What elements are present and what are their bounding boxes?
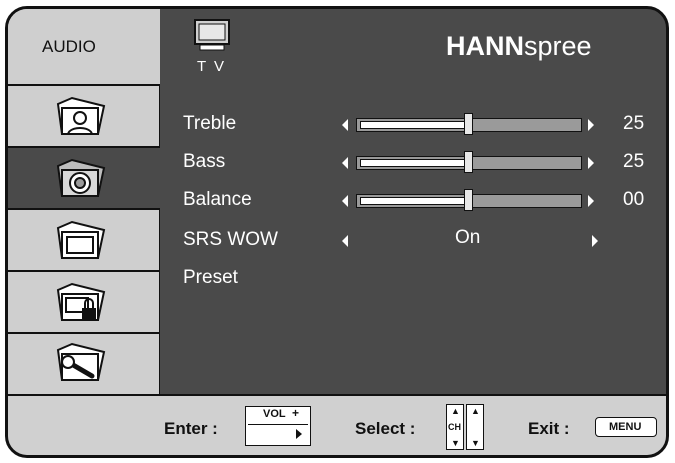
osd-menu-frame: AUDIO T V HANNspree Treble 25 Bass 25 Ba… (5, 6, 669, 458)
bass-label: Bass (183, 151, 226, 172)
picture-icon (56, 96, 106, 135)
footer-bar: Enter : VOL + Select : ▲ CH ▼ ▲ ▼ Exit :… (8, 394, 666, 455)
bass-left-arrow[interactable] (342, 157, 348, 169)
select-label: Select : (355, 419, 416, 438)
balance-right-arrow[interactable] (588, 195, 594, 207)
balance-left-arrow[interactable] (342, 195, 348, 207)
tab-audio-label: AUDIO (42, 37, 96, 56)
wrench-icon (56, 342, 106, 381)
exit-label: Exit : (528, 419, 570, 438)
balance-label: Balance (183, 189, 252, 210)
bass-thumb[interactable] (464, 151, 473, 173)
down-arrow-icon: ▼ (451, 438, 460, 448)
source-label: T V (197, 58, 227, 75)
bass-right-arrow[interactable] (588, 157, 594, 169)
tab-audio[interactable] (8, 148, 160, 210)
srs-wow-value: On (455, 227, 481, 248)
vol-key: VOL + (245, 406, 311, 446)
audio-icon (56, 158, 106, 197)
treble-left-arrow[interactable] (342, 119, 348, 131)
srs-wow-label: SRS WOW (183, 229, 278, 250)
tab-picture[interactable] (8, 86, 160, 148)
enter-label: Enter : (164, 419, 218, 438)
srs-left-arrow[interactable] (342, 235, 348, 247)
ch-key: ▲ CH ▼ (446, 404, 464, 450)
brand-logo: HANNspree (446, 31, 592, 61)
lock-icon (56, 282, 106, 321)
ch-key-right: ▲ ▼ (466, 404, 484, 450)
tab-screen[interactable] (8, 210, 160, 272)
tab-audio-header[interactable]: AUDIO (8, 9, 160, 86)
tab-lock[interactable] (8, 272, 160, 334)
right-arrow-icon (296, 429, 302, 439)
screen-icon (56, 220, 106, 259)
preset-item[interactable]: Preset (183, 267, 238, 289)
treble-thumb[interactable] (464, 113, 473, 135)
tab-setup[interactable] (8, 334, 160, 394)
srs-right-arrow[interactable] (592, 235, 598, 247)
treble-value: 25 (623, 113, 645, 134)
up-arrow-icon: ▲ (451, 406, 460, 416)
balance-thumb[interactable] (464, 189, 473, 211)
bass-value: 25 (623, 151, 645, 172)
tv-icon (194, 19, 230, 51)
treble-right-arrow[interactable] (588, 119, 594, 131)
balance-value: 00 (623, 189, 645, 210)
treble-label: Treble (183, 113, 237, 134)
menu-key: MENU (595, 417, 657, 437)
